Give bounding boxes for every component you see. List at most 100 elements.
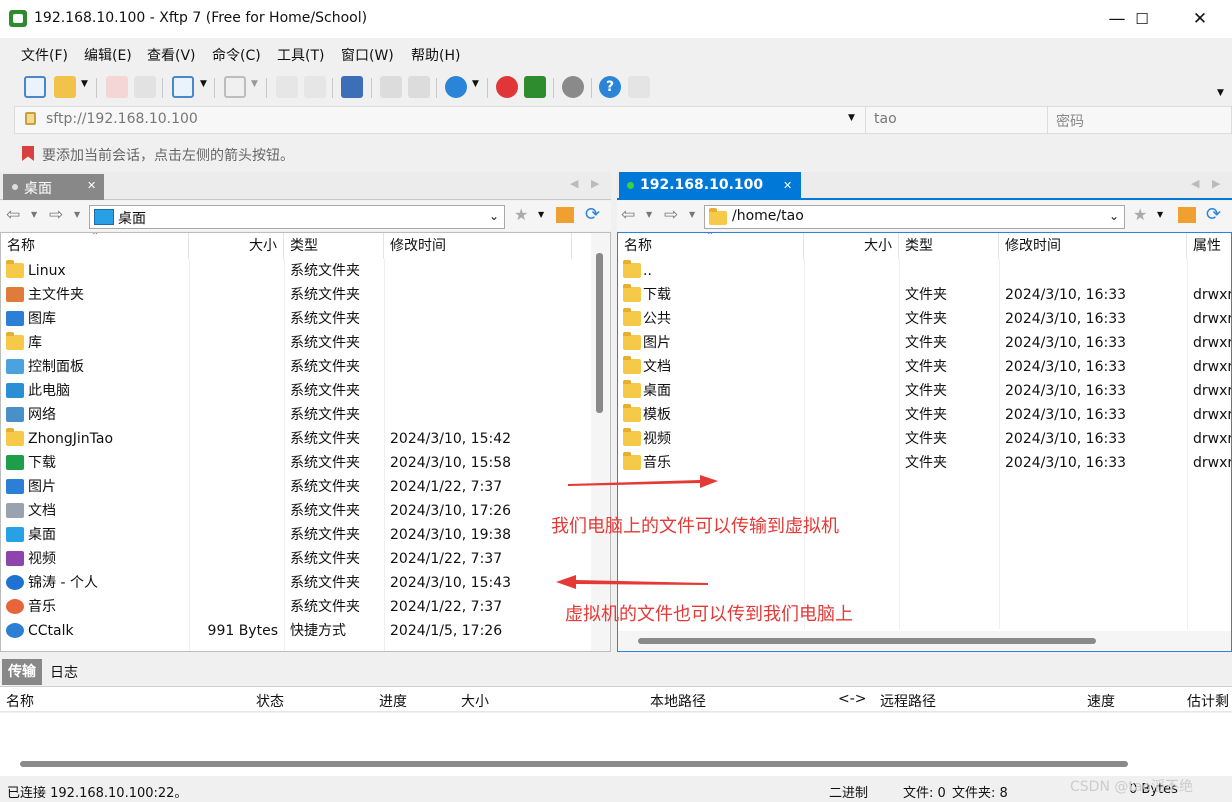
list-item[interactable]: 网络 系统文件夹 — [1, 403, 591, 427]
transfer-col-size[interactable]: 大小 — [461, 691, 489, 711]
list-item[interactable]: 图库 系统文件夹 — [1, 307, 591, 331]
chevron-down-icon[interactable]: ▼ — [538, 210, 544, 219]
chevron-down-icon[interactable]: ▼ — [200, 79, 207, 89]
tab-scroll-right-icon[interactable]: ▶ — [1212, 177, 1220, 190]
chevron-down-icon[interactable]: ⌄ — [1109, 209, 1119, 223]
properties-icon[interactable] — [172, 76, 194, 98]
xftp-icon[interactable] — [524, 76, 546, 98]
transfer-col-local-path[interactable]: 本地路径 — [650, 691, 706, 711]
list-item[interactable]: 锦涛 - 个人 系统文件夹 2024/3/10, 15:43 — [1, 571, 591, 595]
list-item[interactable]: .. — [618, 259, 1231, 283]
close-tab-icon[interactable]: ✕ — [87, 179, 96, 192]
column-header-size[interactable]: 大小 — [804, 233, 899, 259]
tab-scroll-right-icon[interactable]: ▶ — [591, 177, 599, 190]
list-item[interactable]: 下载 文件夹 2024/3/10, 16:33 drwxr — [618, 283, 1231, 307]
maximize-button[interactable]: ☐ — [1119, 0, 1165, 38]
globe-icon[interactable] — [445, 76, 467, 98]
transfer-col-name[interactable]: 名称 — [6, 691, 34, 711]
reconnect-icon[interactable] — [134, 76, 156, 98]
new-session-icon[interactable] — [24, 76, 46, 98]
column-header-modified[interactable]: 修改时间 — [384, 233, 572, 259]
chevron-down-icon[interactable]: ▼ — [31, 210, 37, 219]
forward-arrow-icon[interactable]: ⇨ — [664, 205, 678, 225]
home-icon[interactable] — [556, 207, 574, 223]
help-icon[interactable]: ? — [599, 76, 621, 98]
list-item[interactable]: 音乐 系统文件夹 2024/1/22, 7:37 — [1, 595, 591, 619]
menu-file[interactable]: 文件(F) — [21, 45, 68, 65]
chevron-down-icon[interactable]: ▼ — [848, 113, 855, 123]
favorite-star-icon[interactable]: ★ — [1133, 205, 1147, 224]
back-arrow-icon[interactable]: ⇦ — [6, 205, 20, 225]
column-header-size[interactable]: 大小 — [189, 233, 284, 259]
tab-local-desktop[interactable]: 桌面 ✕ — [3, 174, 104, 200]
tab-scroll-left-icon[interactable]: ◀ — [1191, 177, 1199, 190]
tab-log[interactable]: 日志 — [50, 662, 78, 682]
favorite-star-icon[interactable]: ★ — [514, 205, 528, 224]
disconnect-icon[interactable] — [106, 76, 128, 98]
list-item[interactable]: 图片 文件夹 2024/3/10, 16:33 drwxr — [618, 331, 1231, 355]
list-item[interactable]: 文档 系统文件夹 2024/3/10, 17:26 — [1, 499, 591, 523]
menu-edit[interactable]: 编辑(E) — [84, 45, 132, 65]
username-input[interactable]: tao — [874, 111, 897, 127]
gear-icon[interactable] — [562, 76, 584, 98]
chevron-down-icon[interactable]: ▼ — [74, 210, 80, 219]
list-item[interactable]: 控制面板 系统文件夹 — [1, 355, 591, 379]
list-item[interactable]: 文档 文件夹 2024/3/10, 16:33 drwxr — [618, 355, 1231, 379]
scrollbar-thumb[interactable] — [596, 253, 603, 413]
list-item[interactable]: Linux 系统文件夹 — [1, 259, 591, 283]
transfer-col-progress[interactable]: 进度 — [379, 691, 407, 711]
list-item[interactable]: 桌面 文件夹 2024/3/10, 16:33 drwxr — [618, 379, 1231, 403]
transfer-col-remote-path[interactable]: 远程路径 — [880, 691, 936, 711]
screen-icon[interactable] — [224, 76, 246, 98]
menu-command[interactable]: 命令(C) — [212, 45, 261, 65]
list-item[interactable]: 图片 系统文件夹 2024/1/22, 7:37 — [1, 475, 591, 499]
transfer-col-speed[interactable]: 速度 — [1087, 691, 1115, 711]
transfer-col-direction[interactable]: <-> — [838, 691, 867, 707]
bookmark-icon[interactable] — [22, 146, 34, 161]
menu-view[interactable]: 查看(V) — [147, 45, 196, 65]
tab-transfer[interactable]: 传输 — [2, 659, 42, 685]
close-button[interactable]: ✕ — [1177, 0, 1223, 38]
chevron-down-icon[interactable]: ▼ — [251, 79, 258, 89]
back-arrow-icon[interactable]: ⇦ — [621, 205, 635, 225]
transfer-col-status[interactable]: 状态 — [256, 691, 284, 711]
copy-icon[interactable] — [276, 76, 298, 98]
scrollbar-thumb[interactable] — [638, 638, 1096, 644]
chevron-down-icon[interactable]: ▼ — [81, 79, 88, 89]
column-header-type[interactable]: 类型 — [899, 233, 999, 259]
column-header-modified[interactable]: 修改时间 — [999, 233, 1187, 259]
refresh-icon[interactable]: ⟳ — [585, 204, 600, 225]
xshell-icon[interactable] — [496, 76, 518, 98]
password-input[interactable]: 密码 — [1056, 111, 1084, 131]
list-item[interactable]: 公共 文件夹 2024/3/10, 16:33 drwxr — [618, 307, 1231, 331]
pause-icon[interactable] — [408, 76, 430, 98]
left-path-input[interactable]: 桌面 ⌄ — [89, 205, 505, 229]
column-header-attributes[interactable]: 属性 — [1187, 233, 1231, 259]
chevron-down-icon[interactable]: ⌄ — [489, 209, 499, 223]
scrollbar-thumb[interactable] — [20, 761, 1128, 767]
tab-scroll-left-icon[interactable]: ◀ — [570, 177, 578, 190]
chevron-down-icon[interactable]: ▼ — [1157, 210, 1163, 219]
stop-icon[interactable] — [380, 76, 402, 98]
list-item[interactable]: 库 系统文件夹 — [1, 331, 591, 355]
transfer-col-eta[interactable]: 估计剩 — [1187, 691, 1229, 711]
list-item[interactable]: 桌面 系统文件夹 2024/3/10, 19:38 — [1, 523, 591, 547]
address-input[interactable]: sftp://192.168.10.100 — [46, 111, 198, 127]
forward-arrow-icon[interactable]: ⇨ — [49, 205, 63, 225]
open-folder-icon[interactable] — [54, 76, 76, 98]
close-tab-icon[interactable]: ✕ — [783, 179, 792, 192]
menu-window[interactable]: 窗口(W) — [341, 45, 394, 65]
paste-icon[interactable] — [304, 76, 326, 98]
column-header-type[interactable]: 类型 — [284, 233, 384, 259]
chevron-down-icon[interactable]: ▼ — [689, 210, 695, 219]
right-path-input[interactable]: /home/tao ⌄ — [704, 205, 1125, 229]
list-item[interactable]: 模板 文件夹 2024/3/10, 16:33 drwxr — [618, 403, 1231, 427]
menu-tools[interactable]: 工具(T) — [277, 45, 324, 65]
home-icon[interactable] — [1178, 207, 1196, 223]
chevron-down-icon[interactable]: ▼ — [472, 79, 479, 89]
list-item[interactable]: 视频 文件夹 2024/3/10, 16:33 drwxr — [618, 427, 1231, 451]
refresh-icon[interactable]: ⟳ — [1206, 204, 1221, 225]
list-item[interactable]: 此电脑 系统文件夹 — [1, 379, 591, 403]
chat-icon[interactable] — [628, 76, 650, 98]
chevron-down-icon[interactable]: ▼ — [1217, 88, 1224, 98]
